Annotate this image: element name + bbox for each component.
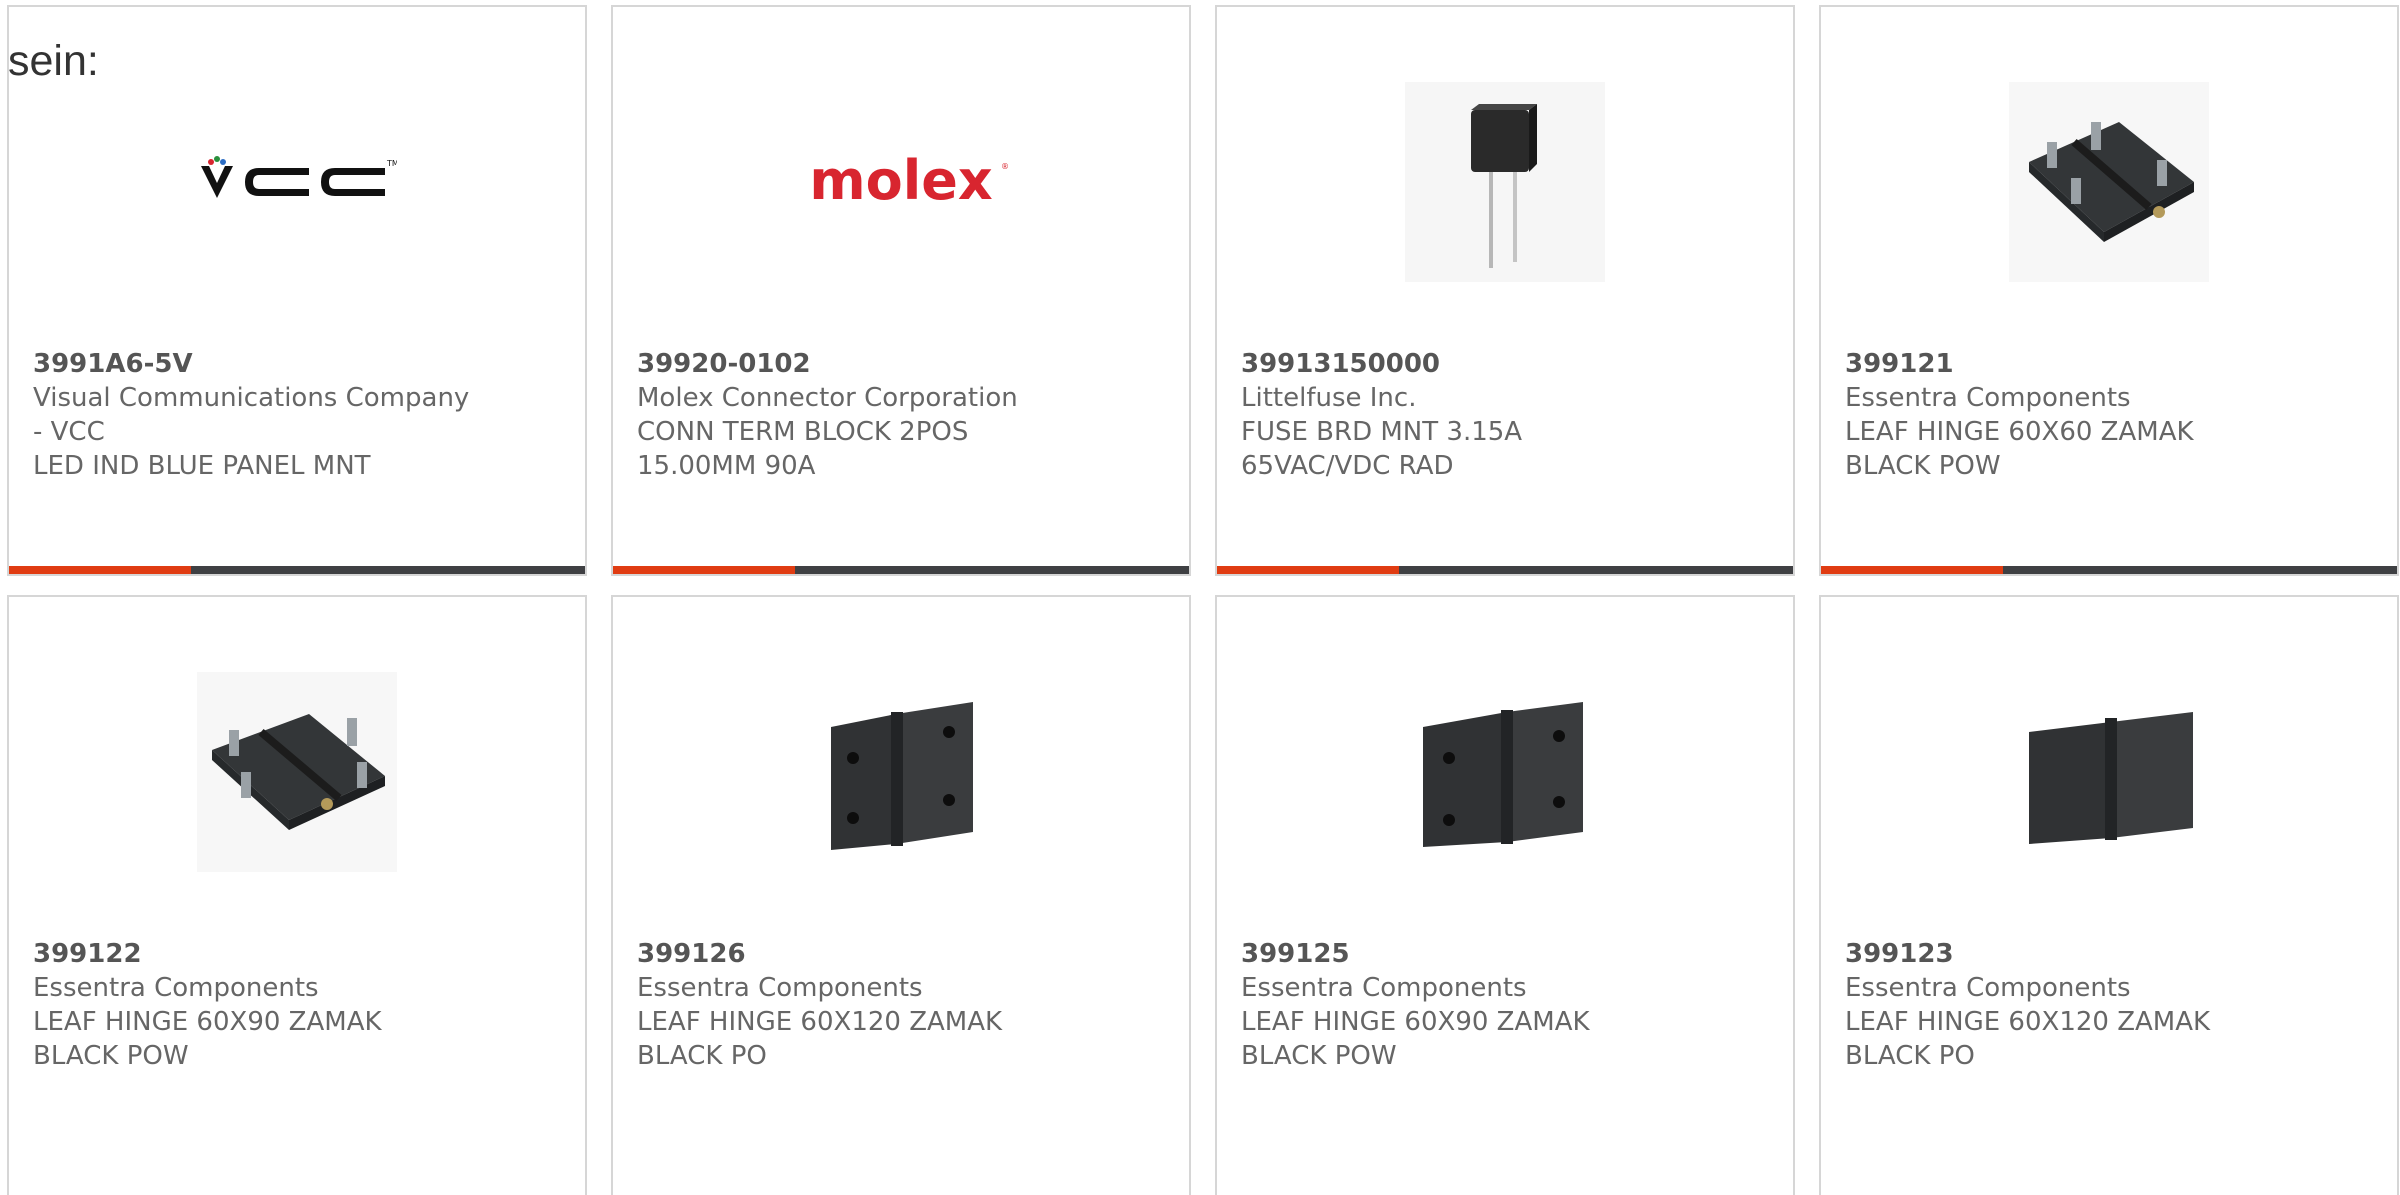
card-accent xyxy=(1217,566,1399,574)
product-image[interactable]: molex ® xyxy=(613,67,1189,297)
product-info: 399125 Essentra Components LEAF HINGE 60… xyxy=(1241,937,1773,1073)
manufacturer: Visual Communications Company xyxy=(33,383,470,413)
manufacturer: Essentra Components xyxy=(1845,383,2131,413)
vcc-logo: TM xyxy=(201,156,397,198)
product-card[interactable]: 399125 Essentra Components LEAF HINGE 60… xyxy=(1215,595,1795,1195)
part-number[interactable]: 399121 xyxy=(1845,347,2377,381)
description: LEAF HINGE 60X120 ZAMAK xyxy=(637,1007,1003,1037)
description: LEAF HINGE 60X90 ZAMAK xyxy=(1241,1007,1590,1037)
product-image[interactable] xyxy=(1217,657,1793,887)
product-image[interactable] xyxy=(9,657,585,887)
manufacturer: Essentra Components xyxy=(1845,973,2131,1003)
card-accent xyxy=(1821,566,2003,574)
svg-text:TM: TM xyxy=(386,159,397,168)
product-info: 3991A6-5V Visual Communications Company … xyxy=(33,347,565,483)
part-number[interactable]: 3991A6-5V xyxy=(33,347,565,381)
product-info: 399126 Essentra Components LEAF HINGE 60… xyxy=(637,937,1169,1073)
description-cont: BLACK POW xyxy=(33,1041,189,1071)
description: LEAF HINGE 60X60 ZAMAK xyxy=(1845,417,2194,447)
part-number[interactable]: 399122 xyxy=(33,937,565,971)
manufacturer: Essentra Components xyxy=(637,973,923,1003)
manufacturer: Essentra Components xyxy=(1241,973,1527,1003)
hinge-holes-photo xyxy=(801,672,1001,872)
hinge-plain-photo xyxy=(2009,672,2209,872)
card-footer-bar xyxy=(613,566,1189,574)
manufacturer-cont: - VCC xyxy=(33,417,105,447)
hinge-studs-photo xyxy=(2009,82,2209,282)
description-cont: BLACK PO xyxy=(1845,1041,1975,1071)
description: LEAF HINGE 60X90 ZAMAK xyxy=(33,1007,382,1037)
product-card[interactable]: 39913150000 Littelfuse Inc. FUSE BRD MNT… xyxy=(1215,5,1795,576)
card-footer-bar xyxy=(9,566,585,574)
product-image[interactable] xyxy=(1821,657,2397,887)
product-info: 39913150000 Littelfuse Inc. FUSE BRD MNT… xyxy=(1241,347,1773,483)
molex-logo: molex ® xyxy=(809,149,1009,212)
description-cont: BLACK POW xyxy=(1845,451,2001,481)
part-number[interactable]: 39913150000 xyxy=(1241,347,1773,381)
product-card[interactable]: 399122 Essentra Components LEAF HINGE 60… xyxy=(7,595,587,1195)
part-number[interactable]: 399123 xyxy=(1845,937,2377,971)
intro-text: sein: xyxy=(8,37,99,85)
product-card[interactable]: TM 3991A6-5V Visual Communications Compa… xyxy=(7,5,587,576)
description-cont: BLACK POW xyxy=(1241,1041,1397,1071)
description: FUSE BRD MNT 3.15A xyxy=(1241,417,1523,447)
card-footer-bar xyxy=(1217,566,1793,574)
manufacturer: Littelfuse Inc. xyxy=(1241,383,1417,413)
product-info: 399122 Essentra Components LEAF HINGE 60… xyxy=(33,937,565,1073)
card-accent xyxy=(613,566,795,574)
description: LEAF HINGE 60X120 ZAMAK xyxy=(1845,1007,2211,1037)
product-info: 399123 Essentra Components LEAF HINGE 60… xyxy=(1845,937,2377,1073)
fuse-photo xyxy=(1405,82,1605,282)
product-card[interactable]: molex ® 39920-0102 Molex Connector Corpo… xyxy=(611,5,1191,576)
product-info: 39920-0102 Molex Connector Corporation C… xyxy=(637,347,1169,483)
hinge-studs-photo xyxy=(197,672,397,872)
card-accent xyxy=(9,566,191,574)
description: LED IND BLUE PANEL MNT xyxy=(33,451,371,481)
product-card[interactable]: 399121 Essentra Components LEAF HINGE 60… xyxy=(1819,5,2399,576)
part-number[interactable]: 399125 xyxy=(1241,937,1773,971)
product-image[interactable]: TM xyxy=(9,67,585,297)
description-cont: 15.00MM 90A xyxy=(637,451,816,481)
part-number[interactable]: 399126 xyxy=(637,937,1169,971)
card-footer-bar xyxy=(1821,566,2397,574)
hinge-holes-photo xyxy=(1405,672,1605,872)
description-cont: BLACK PO xyxy=(637,1041,767,1071)
manufacturer: Essentra Components xyxy=(33,973,319,1003)
molex-logo-text: molex xyxy=(809,149,993,212)
part-number[interactable]: 39920-0102 xyxy=(637,347,1169,381)
product-info: 399121 Essentra Components LEAF HINGE 60… xyxy=(1845,347,2377,483)
product-image[interactable] xyxy=(613,657,1189,887)
product-image[interactable] xyxy=(1217,67,1793,297)
description-cont: 65VAC/VDC RAD xyxy=(1241,451,1454,481)
svg-text:®: ® xyxy=(1001,162,1009,171)
manufacturer: Molex Connector Corporation xyxy=(637,383,1018,413)
product-card[interactable]: 399126 Essentra Components LEAF HINGE 60… xyxy=(611,595,1191,1195)
product-grid: TM 3991A6-5V Visual Communications Compa… xyxy=(0,0,2400,1195)
product-image[interactable] xyxy=(1821,67,2397,297)
description: CONN TERM BLOCK 2POS xyxy=(637,417,969,447)
product-card[interactable]: 399123 Essentra Components LEAF HINGE 60… xyxy=(1819,595,2399,1195)
